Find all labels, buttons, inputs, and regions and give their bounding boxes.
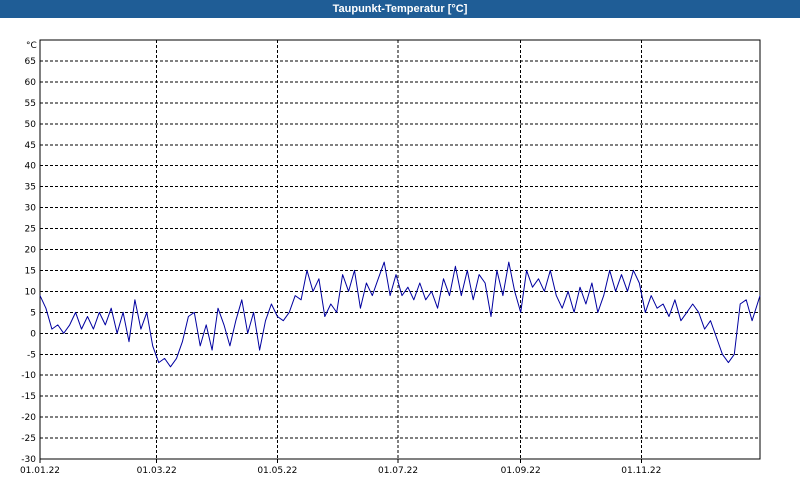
y-tick-label: -25 <box>21 434 36 444</box>
y-tick-label: 35 <box>25 183 36 193</box>
y-tick-label: 10 <box>25 287 37 297</box>
y-tick-label: 15 <box>25 266 36 276</box>
y-axis-label: °C <box>26 41 37 51</box>
y-tick-label: 50 <box>25 120 37 130</box>
y-tick-label: 0 <box>30 329 36 339</box>
y-tick-label: 65 <box>25 57 36 67</box>
x-tick-label: 01.01.22 <box>20 466 60 476</box>
y-tick-label: 60 <box>25 78 37 88</box>
x-tick-label: 01.05.22 <box>257 466 297 476</box>
y-tick-label: 55 <box>25 99 36 109</box>
y-tick-label: -30 <box>21 455 36 465</box>
x-tick-label: 01.11.22 <box>621 466 661 476</box>
window-title: Taupunkt-Temperatur [°C] <box>0 0 800 18</box>
grid-layer <box>40 40 760 459</box>
y-tick-label: -15 <box>21 392 36 402</box>
x-axis-ticks: 01.01.22 01.03.22 01.05.22 01.07.22 01.09.22… <box>20 459 661 476</box>
y-tick-label: -10 <box>21 371 36 381</box>
y-tick-label: 30 <box>25 204 37 214</box>
y-tick-label: 20 <box>25 246 37 256</box>
y-tick-label: -5 <box>27 350 36 360</box>
y-tick-label: 45 <box>25 141 36 151</box>
chart-window: Taupunkt-Temperatur [°C] 65 60 55 50 45 40 35 3… <box>0 0 800 500</box>
series-line-0 <box>39 261 761 368</box>
y-tick-label: 5 <box>30 308 36 318</box>
y-axis-ticks: 65605550454035302520151050-5-10-15-20-25… <box>21 57 36 465</box>
dewpoint-chart: 65605550454035302520151050-5-10-15-20-25… <box>20 39 761 476</box>
x-tick-label: 01.03.22 <box>137 466 177 476</box>
y-tick-label: 40 <box>25 162 37 172</box>
x-tick-label: 01.09.22 <box>501 466 541 476</box>
y-tick-label: -20 <box>21 413 36 423</box>
y-tick-label: 25 <box>25 225 36 235</box>
x-tick-label: 01.07.22 <box>378 466 418 476</box>
series-layer <box>39 261 761 368</box>
